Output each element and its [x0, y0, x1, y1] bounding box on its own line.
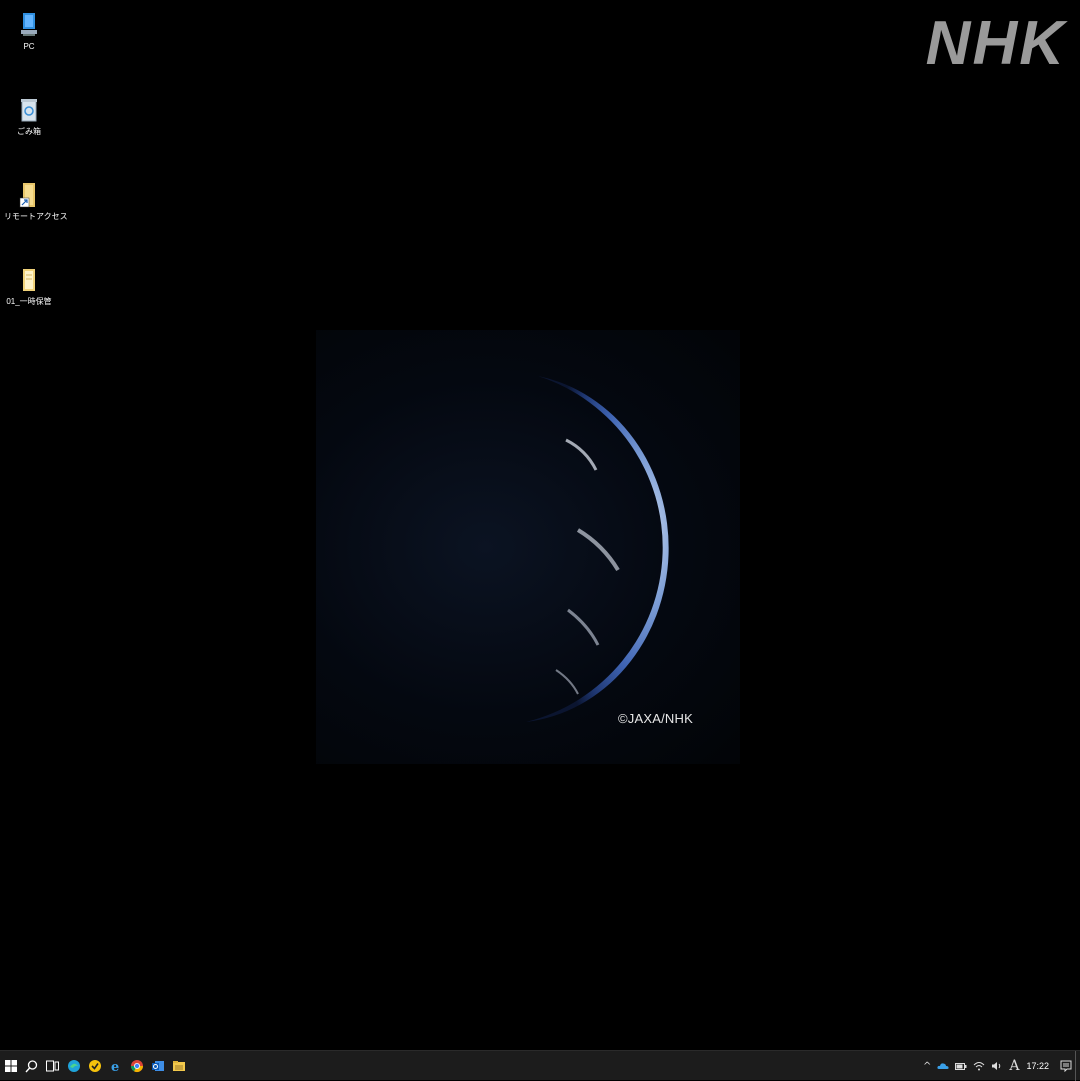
desktop-icon-label: リモートアクセス	[4, 212, 68, 221]
desktop-icon-recycle-bin[interactable]: ごみ箱	[4, 87, 54, 147]
show-desktop-button[interactable]	[1075, 1051, 1080, 1081]
windows-start-icon[interactable]	[0, 1051, 21, 1081]
taskbar-clock[interactable]: 17:22	[1022, 1061, 1057, 1071]
ie-icon[interactable]: e	[105, 1051, 126, 1081]
tray-overflow-chevron[interactable]: ^	[920, 1051, 934, 1081]
folder-icon	[17, 265, 41, 295]
pc-icon	[17, 10, 41, 40]
chrome-icon[interactable]	[126, 1051, 147, 1081]
file-explorer-icon[interactable]	[168, 1051, 189, 1081]
ime-indicator[interactable]: A	[1006, 1051, 1022, 1081]
taskbar-left: e	[0, 1051, 189, 1081]
onedrive-icon[interactable]	[934, 1051, 952, 1081]
desktop-icon-folder[interactable]: 01_一時保管	[4, 257, 54, 317]
battery-icon[interactable]	[952, 1051, 970, 1081]
recycle-bin-icon	[17, 95, 41, 125]
taskbar: e ^ A 17:22	[0, 1050, 1080, 1081]
desktop: PC ごみ箱 リモートアクセス 01_一時保管 ©JAXA/NHK NHK	[0, 0, 1080, 1050]
task-view-icon[interactable]	[42, 1051, 63, 1081]
norton-icon[interactable]	[84, 1051, 105, 1081]
svg-text:e: e	[111, 1060, 119, 1073]
system-tray: ^ A 17:22	[920, 1051, 1080, 1081]
wifi-icon[interactable]	[970, 1051, 988, 1081]
image-credit: ©JAXA/NHK	[618, 711, 693, 726]
edge-icon[interactable]	[63, 1051, 84, 1081]
wallpaper-earth-image: ©JAXA/NHK	[316, 330, 740, 764]
desktop-icon-label: PC	[23, 42, 35, 51]
volume-icon[interactable]	[988, 1051, 1006, 1081]
earth-crescent-graphic	[526, 376, 669, 722]
desktop-icon-label: 01_一時保管	[6, 297, 52, 306]
nhk-logo: NHK	[925, 9, 1066, 78]
outlook-icon[interactable]	[147, 1051, 168, 1081]
notification-center-icon[interactable]	[1057, 1051, 1075, 1081]
desktop-icon-pc[interactable]: PC	[4, 2, 54, 62]
search-icon[interactable]	[21, 1051, 42, 1081]
desktop-icon-remote-access[interactable]: リモートアクセス	[4, 172, 68, 232]
desktop-icon-label: ごみ箱	[17, 127, 41, 136]
shortcut-icon	[17, 180, 41, 210]
